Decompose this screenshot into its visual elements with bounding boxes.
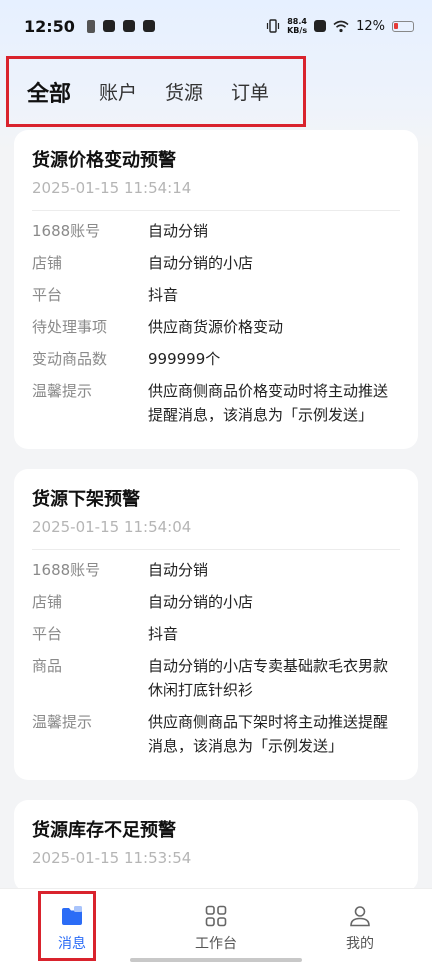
detail-row: 店铺 自动分销的小店: [32, 254, 254, 272]
card-time: 2025-01-15 11:53:54: [32, 849, 192, 867]
grid-icon: [205, 905, 227, 927]
detail-row: 温馨提示 供应商侧商品价格变动时将主动推送提醒消息，该消息为「示例发送」: [32, 382, 389, 424]
detail-row: 1688账号 自动分销: [32, 561, 209, 579]
detail-row: 商品 自动分销的小店专卖基础款毛衣男款休闲打底针织衫: [32, 657, 389, 699]
card-title: 货源库存不足预警: [32, 820, 176, 841]
message-card-price-change[interactable]: 货源价格变动预警 2025-01-15 11:54:14 1688账号 自动分销 …: [14, 130, 418, 449]
message-card-delisting[interactable]: 货源下架预警 2025-01-15 11:54:04 1688账号 自动分销 店铺…: [14, 469, 418, 780]
message-list: 货源价格变动预警 2025-01-15 11:54:14 1688账号 自动分销 …: [14, 130, 418, 912]
sim-icon: [86, 19, 95, 33]
card-divider: [32, 549, 400, 550]
detail-row: 店铺 自动分销的小店: [32, 593, 254, 611]
network-speed: 88.4 KB/s: [287, 17, 308, 35]
card-title: 货源价格变动预警: [32, 150, 176, 171]
tab-order[interactable]: 订单: [231, 78, 269, 105]
tab-all[interactable]: 全部: [27, 76, 71, 108]
card-time: 2025-01-15 11:54:14: [32, 179, 192, 197]
nav-workbench[interactable]: 工作台: [144, 889, 288, 964]
data-icon: [314, 20, 327, 32]
status-time: 12:50: [24, 16, 75, 36]
category-tabs: 全部 账户 货源 订单: [6, 56, 306, 127]
app-notification-icon: [102, 20, 115, 32]
detail-row: 待处理事项 供应商货源价格变动: [32, 318, 284, 336]
card-title: 货源下架预警: [32, 489, 140, 510]
wifi-icon: [333, 20, 349, 32]
person-icon: [350, 906, 370, 927]
nav-label: 我的: [346, 936, 374, 952]
home-indicator[interactable]: [130, 958, 302, 962]
card-divider: [32, 210, 400, 211]
tiktok-notification-icon: [142, 20, 155, 32]
detail-row: 温馨提示 供应商侧商品下架时将主动推送提醒消息，该消息为「示例发送」: [32, 713, 389, 755]
bottom-nav: 消息 工作台 我的: [0, 888, 432, 964]
detail-row: 平台 抖音: [32, 625, 179, 643]
nav-messages[interactable]: 消息: [0, 889, 144, 964]
message-folder-icon: [62, 906, 82, 925]
mail-notification-icon: [122, 20, 135, 32]
vibrate-icon: [267, 19, 280, 33]
detail-row: 平台 抖音: [32, 286, 179, 304]
card-time: 2025-01-15 11:54:04: [32, 518, 192, 536]
battery-icon: [392, 20, 414, 32]
detail-row: 变动商品数 999999个: [32, 350, 221, 368]
battery-percent: 12%: [356, 18, 385, 34]
nav-label: 工作台: [195, 936, 237, 952]
nav-label: 消息: [58, 936, 86, 952]
tab-supply[interactable]: 货源: [165, 78, 203, 105]
tab-account[interactable]: 账户: [99, 78, 137, 105]
nav-profile[interactable]: 我的: [288, 889, 432, 964]
status-bar: 12:50 88.4 KB/s 12%: [0, 0, 432, 52]
message-card-low-stock[interactable]: 货源库存不足预警 2025-01-15 11:53:54: [14, 800, 418, 892]
detail-row: 1688账号 自动分销: [32, 222, 209, 240]
